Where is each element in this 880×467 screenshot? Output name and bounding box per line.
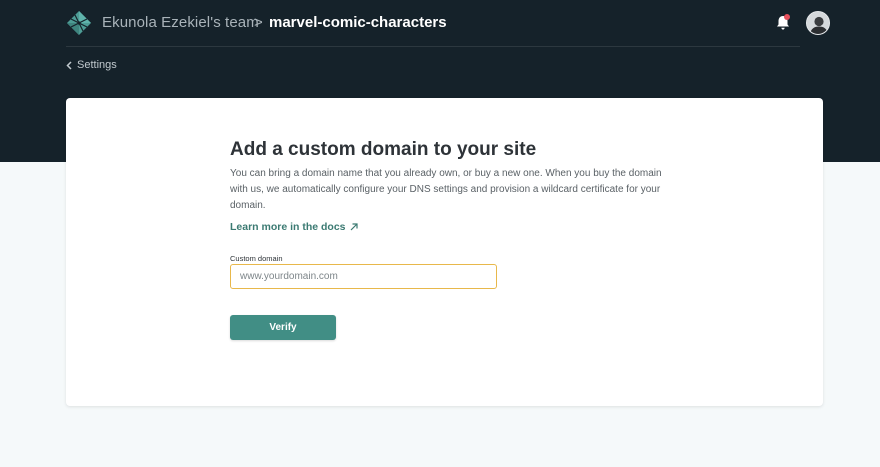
card-description: You can bring a domain name that you alr… [230, 168, 662, 211]
team-breadcrumb[interactable]: Ekunola Ezekiel's team [102, 14, 259, 31]
avatar[interactable] [806, 11, 830, 35]
chevron-left-icon [66, 60, 72, 70]
site-breadcrumb[interactable]: marvel-comic-characters [269, 14, 447, 31]
user-photo-icon [807, 12, 829, 34]
breadcrumb-separator: > [254, 14, 263, 31]
custom-domain-input[interactable] [230, 264, 497, 289]
page-title: Add a custom domain to your site [230, 139, 537, 160]
verify-button[interactable]: Verify [230, 315, 336, 340]
back-to-settings-link[interactable]: Settings [66, 59, 117, 71]
custom-domain-label: Custom domain [230, 254, 283, 263]
top-header: Ekunola Ezekiel's team > marvel-comic-ch… [0, 0, 880, 46]
header-divider [66, 46, 800, 47]
custom-domain-card: Add a custom domain to your site You can… [66, 98, 823, 406]
back-link-label: Settings [77, 59, 117, 71]
docs-link[interactable]: Learn more in the docs [230, 221, 358, 233]
external-arrow-icon [350, 223, 358, 231]
netlify-logo-icon[interactable] [66, 10, 92, 36]
notification-dot [784, 14, 790, 20]
docs-link-label: Learn more in the docs [230, 221, 346, 233]
